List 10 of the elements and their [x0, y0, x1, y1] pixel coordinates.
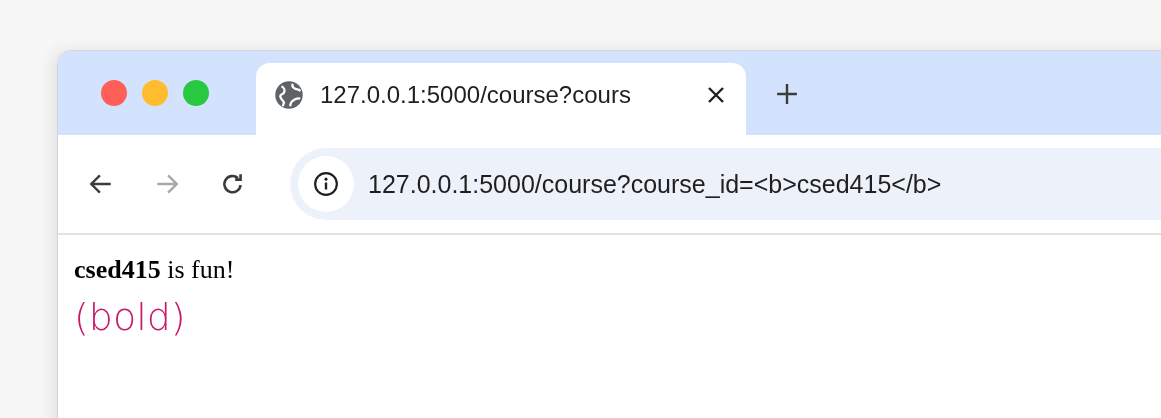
address-bar[interactable]: 127.0.0.1:5000/course?course_id=<b>csed415</b> [290, 148, 1161, 220]
page-text: csed415 is fun! [74, 255, 236, 285]
browser-tab[interactable]: 127.0.0.1:5000/course?cours [256, 63, 746, 135]
close-icon[interactable] [706, 85, 726, 105]
globe-icon [274, 80, 304, 110]
info-icon[interactable] [298, 156, 354, 212]
new-tab-icon[interactable] [776, 83, 798, 105]
url-text: 127.0.0.1:5000/course?course_id=<b>csed415</b> [368, 169, 942, 199]
tab-title: 127.0.0.1:5000/course?cours [320, 81, 632, 109]
annotation-text: (bold) [74, 295, 187, 339]
